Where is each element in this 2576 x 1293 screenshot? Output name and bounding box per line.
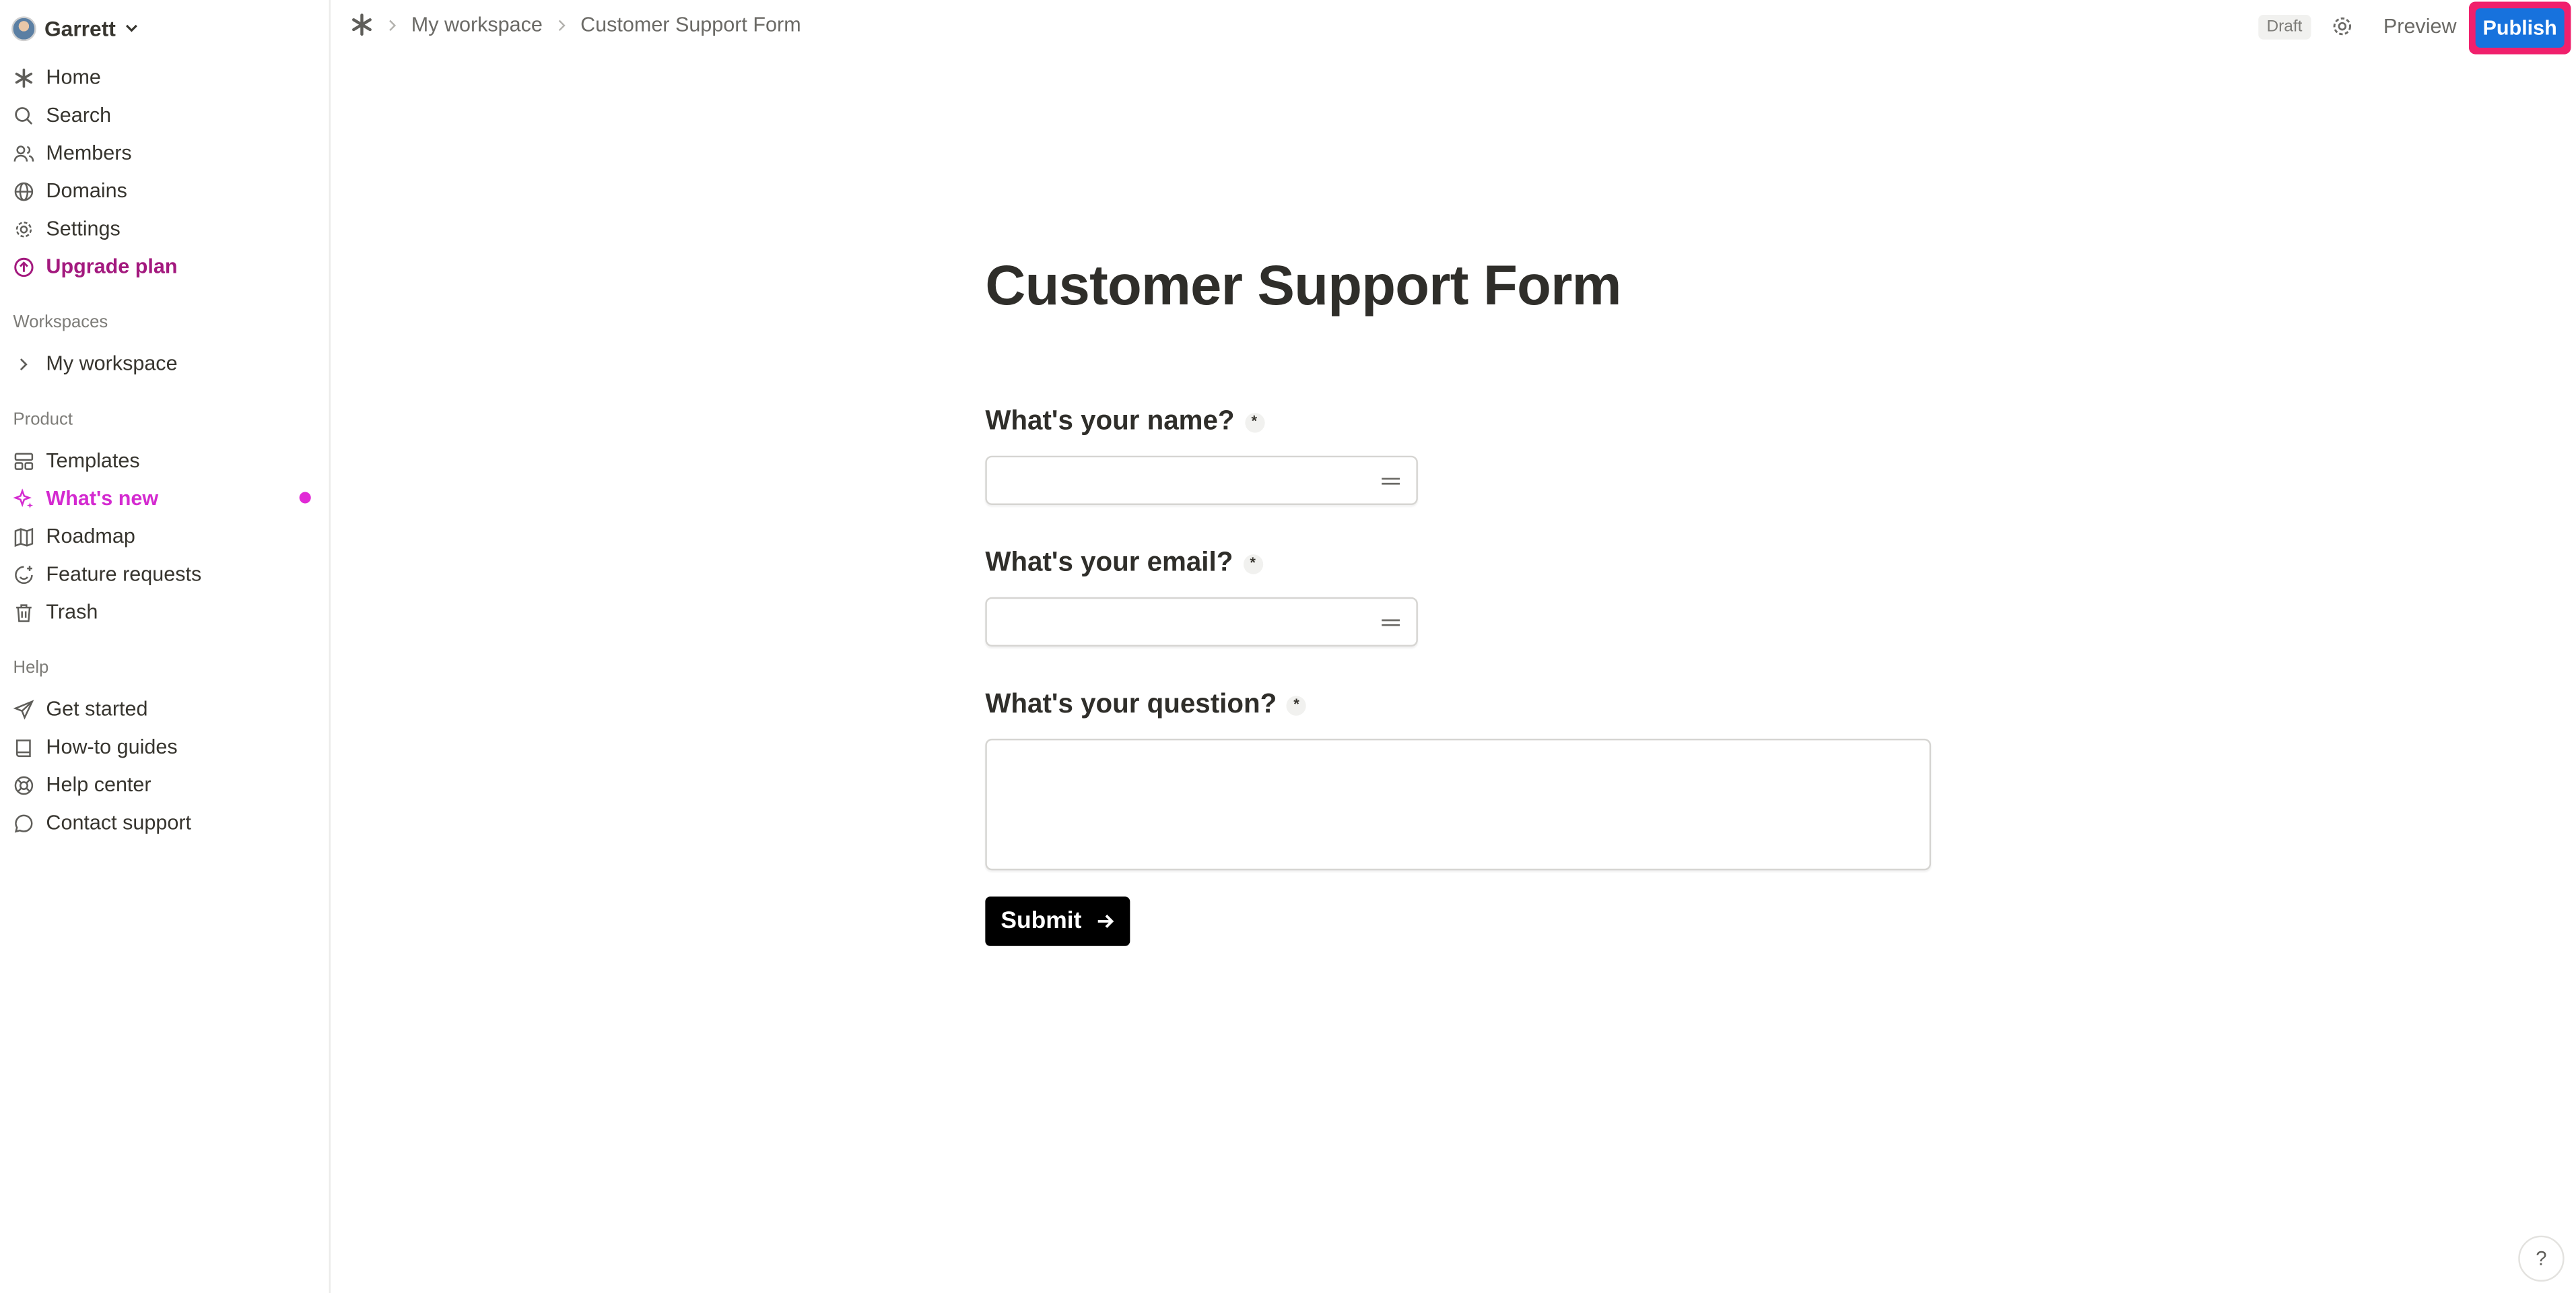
email-input[interactable]	[996, 600, 1365, 647]
required-badge: *	[1244, 411, 1264, 432]
account-switcher[interactable]: Garrett	[11, 13, 140, 43]
sidebar-item-label: What's new	[46, 487, 159, 510]
question-field[interactable]	[985, 738, 1932, 871]
account-name: Garrett	[44, 15, 116, 40]
send-icon	[13, 699, 34, 719]
sidebar-item-label: Templates	[46, 449, 140, 473]
question-label-question[interactable]: What's your question? *	[985, 689, 1307, 721]
sidebar-item-label: Get started	[46, 697, 148, 721]
users-icon	[13, 145, 34, 161]
sidebar: Garrett Home Search Members Domains Sett…	[0, 0, 331, 1293]
sidebar-item-label: Upgrade plan	[46, 255, 178, 278]
sidebar-item-label: Feature requests	[46, 562, 202, 586]
submit-button[interactable]: Submit	[985, 896, 1130, 946]
sidebar-item-feature-requests[interactable]: Feature requests	[13, 560, 202, 589]
sidebar-item-label: Roadmap	[46, 525, 135, 548]
name-input[interactable]	[996, 459, 1365, 506]
required-badge: *	[1286, 695, 1307, 715]
sidebar-item-label: Settings	[46, 217, 121, 240]
sidebar-item-label: Members	[46, 141, 132, 165]
sidebar-item-my-workspace[interactable]: My workspace	[13, 349, 178, 378]
question-label-name[interactable]: What's your name? *	[985, 406, 1264, 437]
sidebar-item-label: Help center	[46, 773, 151, 797]
question-label-email[interactable]: What's your email? *	[985, 548, 1263, 579]
gear-icon[interactable]	[2331, 15, 2354, 38]
app-window: Garrett Home Search Members Domains Sett…	[0, 0, 2576, 1293]
required-badge: *	[1242, 554, 1263, 574]
breadcrumb-item-form[interactable]: Customer Support Form	[580, 13, 801, 36]
avatar	[11, 15, 36, 40]
form-title[interactable]: Customer Support Form	[985, 255, 1621, 319]
sidebar-item-whats-new[interactable]: What's new	[13, 484, 159, 513]
sidebar-item-help-center[interactable]: Help center	[13, 770, 151, 799]
lifebuoy-icon	[14, 775, 34, 795]
preview-button[interactable]: Preview	[2383, 15, 2457, 38]
topbar: My workspace Customer Support Form Draft…	[331, 0, 2576, 56]
chevron-down-icon	[126, 24, 138, 32]
sidebar-item-contact-support[interactable]: Contact support	[13, 808, 191, 838]
drag-handle-icon[interactable]	[1382, 619, 1400, 627]
status-badge: Draft	[2258, 14, 2311, 40]
trash-icon	[16, 603, 32, 622]
smile-plus-icon	[15, 564, 33, 583]
asterisk-logo-icon[interactable]	[350, 13, 373, 36]
sidebar-item-templates[interactable]: Templates	[13, 446, 140, 475]
question-textarea[interactable]	[986, 740, 1930, 869]
sidebar-item-label: Domains	[46, 179, 127, 203]
chevron-right-icon	[20, 358, 28, 370]
question-text: What's your email?	[985, 548, 1233, 578]
drag-handle-icon[interactable]	[1382, 477, 1400, 485]
sidebar-item-settings[interactable]: Settings	[13, 214, 121, 244]
sidebar-item-label: How-to guides	[46, 735, 178, 759]
sidebar-item-label: Home	[46, 65, 101, 89]
sidebar-item-roadmap[interactable]: Roadmap	[13, 521, 135, 551]
section-label-workspaces: Workspaces	[13, 312, 108, 333]
chat-icon	[14, 814, 33, 832]
notification-dot	[299, 492, 311, 504]
sidebar-item-label: Search	[46, 103, 112, 127]
breadcrumb: My workspace Customer Support Form	[350, 13, 801, 36]
arrow-up-circle-icon	[14, 257, 34, 276]
question-text: What's your question?	[985, 689, 1277, 719]
sidebar-item-label: Contact support	[46, 811, 191, 834]
name-field[interactable]	[985, 455, 1418, 506]
globe-icon	[14, 181, 34, 201]
templates-icon	[14, 452, 34, 469]
sidebar-item-label: My workspace	[46, 352, 178, 376]
map-icon	[14, 527, 34, 546]
book-icon	[15, 738, 31, 756]
sidebar-item-label: Trash	[46, 600, 98, 624]
search-icon	[15, 106, 33, 124]
sidebar-item-get-started[interactable]: Get started	[13, 694, 148, 724]
submit-label: Submit	[1001, 908, 1082, 935]
chevron-right-icon	[558, 19, 566, 30]
arrow-right-icon	[1097, 915, 1114, 929]
sidebar-item-home[interactable]: Home	[13, 63, 101, 92]
sidebar-item-members[interactable]: Members	[13, 138, 132, 168]
breadcrumb-item-workspace[interactable]: My workspace	[411, 13, 543, 36]
sidebar-item-upgrade-plan[interactable]: Upgrade plan	[13, 252, 178, 281]
sidebar-item-trash[interactable]: Trash	[13, 597, 98, 627]
question-text: What's your name?	[985, 406, 1235, 436]
sidebar-item-search[interactable]: Search	[13, 100, 112, 130]
publish-highlight: Publish	[2468, 1, 2571, 55]
asterisk-icon	[15, 67, 33, 88]
section-label-product: Product	[13, 409, 73, 430]
email-field[interactable]	[985, 597, 1418, 647]
sidebar-item-domains[interactable]: Domains	[13, 176, 127, 205]
sparkle-icon	[13, 488, 34, 508]
gear-icon	[15, 220, 32, 237]
section-label-help: Help	[13, 658, 49, 678]
chevron-right-icon	[389, 19, 397, 30]
sidebar-item-how-to-guides[interactable]: How-to guides	[13, 732, 178, 762]
help-button[interactable]: ?	[2518, 1235, 2565, 1282]
publish-button[interactable]: Publish	[2475, 8, 2565, 48]
